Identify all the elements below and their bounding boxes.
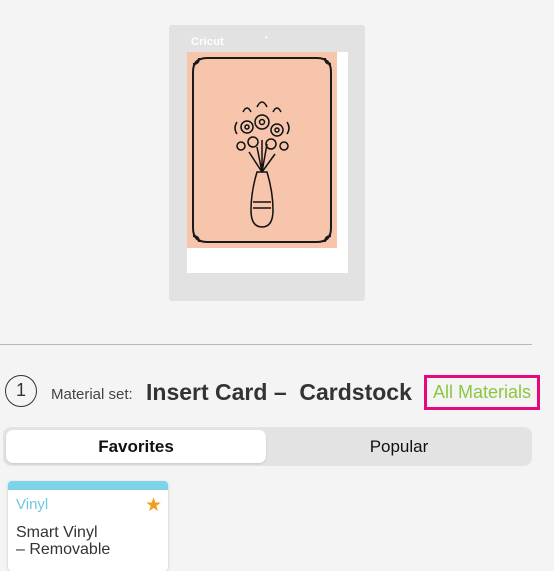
material-name: Smart Vinyl – Removable	[16, 524, 161, 558]
tab-favorites[interactable]: Favorites	[6, 430, 266, 463]
material-set-label: Material set:	[51, 386, 133, 403]
tab-popular[interactable]: Popular	[269, 430, 529, 463]
all-materials-link[interactable]: All Materials	[424, 375, 540, 410]
material-category: Vinyl	[16, 496, 49, 513]
mat-preview: Cricut •	[169, 25, 365, 301]
material-name-line1: Smart Vinyl	[16, 524, 98, 541]
material-name-line2: – Removable	[16, 541, 111, 558]
design-card	[187, 52, 337, 248]
material-card[interactable]: Vinyl ★ Smart Vinyl – Removable	[8, 481, 168, 571]
material-set-value: Insert Card – Cardstock	[146, 379, 412, 405]
mat-mark: •	[265, 33, 268, 42]
step-number: 1	[5, 375, 37, 407]
star-icon[interactable]: ★	[145, 494, 162, 517]
section-divider	[0, 344, 532, 345]
flower-vase-design	[192, 57, 332, 243]
cricut-logo: Cricut	[191, 36, 224, 48]
material-card-accent	[8, 481, 168, 490]
material-tabs: Favorites Popular	[3, 427, 532, 466]
